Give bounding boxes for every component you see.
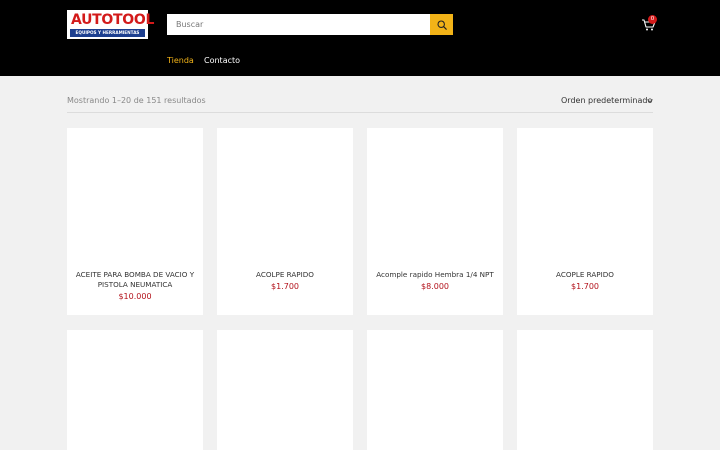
- product-card[interactable]: [367, 330, 503, 450]
- toolbar-divider: [67, 112, 653, 113]
- product-image[interactable]: [67, 128, 203, 266]
- search-input[interactable]: [167, 14, 430, 35]
- search-bar: [167, 14, 453, 35]
- results-count: Mostrando 1–20 de 151 resultados: [67, 96, 206, 105]
- search-button[interactable]: [430, 14, 453, 35]
- product-card[interactable]: ACOPLE RAPIDO $1.700: [517, 128, 653, 315]
- product-title-line: ACEITE PARA BOMBA DE VACIO Y: [75, 270, 195, 279]
- cart-count-badge: 0: [648, 15, 657, 24]
- product-card[interactable]: [217, 330, 353, 450]
- product-image[interactable]: [517, 128, 653, 266]
- logo-tagline: EQUIPOS Y HERRAMIENTAS: [70, 29, 145, 37]
- product-title[interactable]: ACEITE PARA BOMBA DE VACIO Y PISTOLA NEU…: [73, 270, 197, 290]
- product-image[interactable]: [217, 128, 353, 266]
- product-price: $10.000: [118, 292, 152, 301]
- product-title[interactable]: Acomple rapido Hembra 1/4 NPT: [373, 270, 497, 280]
- sort-select[interactable]: Orden predeterminado: [561, 96, 652, 106]
- nav-item-contacto[interactable]: Contacto: [204, 56, 240, 66]
- site-logo[interactable]: AUTOTOOL EQUIPOS Y HERRAMIENTAS: [67, 10, 155, 39]
- product-image[interactable]: [367, 128, 503, 266]
- product-card[interactable]: Acomple rapido Hembra 1/4 NPT $8.000: [367, 128, 503, 315]
- product-title[interactable]: ACOPLE RAPIDO: [523, 270, 647, 280]
- nav-item-tienda[interactable]: Tienda: [167, 56, 194, 66]
- product-price: $1.700: [271, 282, 299, 291]
- product-card[interactable]: [67, 330, 203, 450]
- product-card[interactable]: ACEITE PARA BOMBA DE VACIO Y PISTOLA NEU…: [67, 128, 203, 315]
- product-price: $8.000: [421, 282, 449, 291]
- search-icon: [436, 19, 447, 30]
- product-title[interactable]: ACOLPE RAPIDO: [223, 270, 347, 280]
- product-title-line: PISTOLA NEUMATICA: [97, 280, 173, 289]
- product-card[interactable]: [517, 330, 653, 450]
- product-price: $1.700: [571, 282, 599, 291]
- site-header: AUTOTOOL EQUIPOS Y HERRAMIENTAS 0 Tienda…: [0, 0, 720, 76]
- product-card[interactable]: ACOLPE RAPIDO $1.700: [217, 128, 353, 315]
- logo-wordmark: AUTOTOOL: [71, 12, 155, 28]
- chevron-down-icon: [647, 99, 653, 103]
